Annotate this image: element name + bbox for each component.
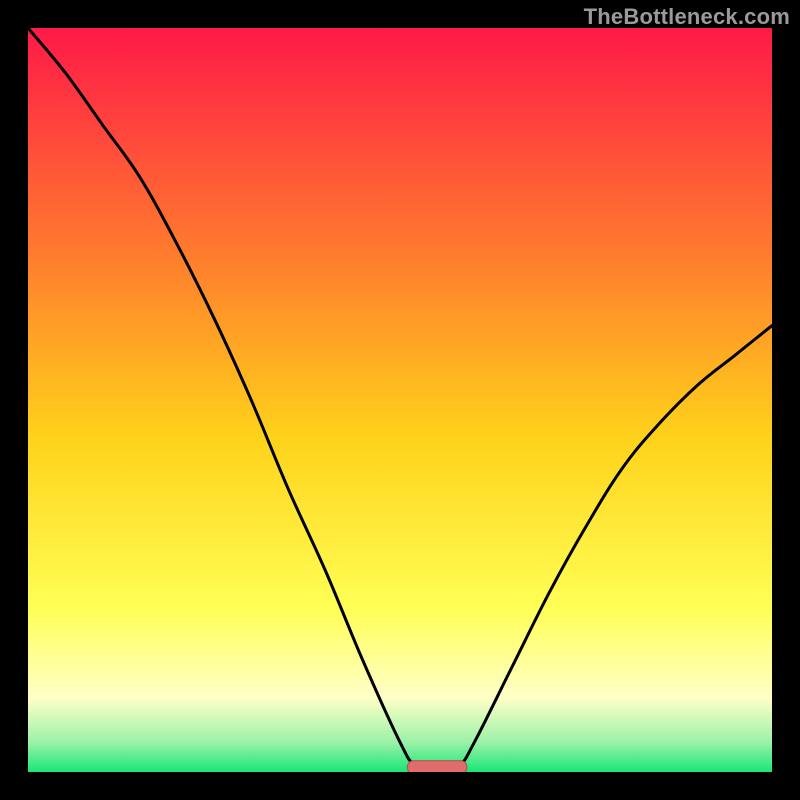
watermark-text: TheBottleneck.com [584,4,790,30]
chart-background [28,28,772,772]
optimal-zone-marker [407,761,467,772]
bottleneck-chart [28,28,772,772]
chart-frame: TheBottleneck.com [0,0,800,800]
